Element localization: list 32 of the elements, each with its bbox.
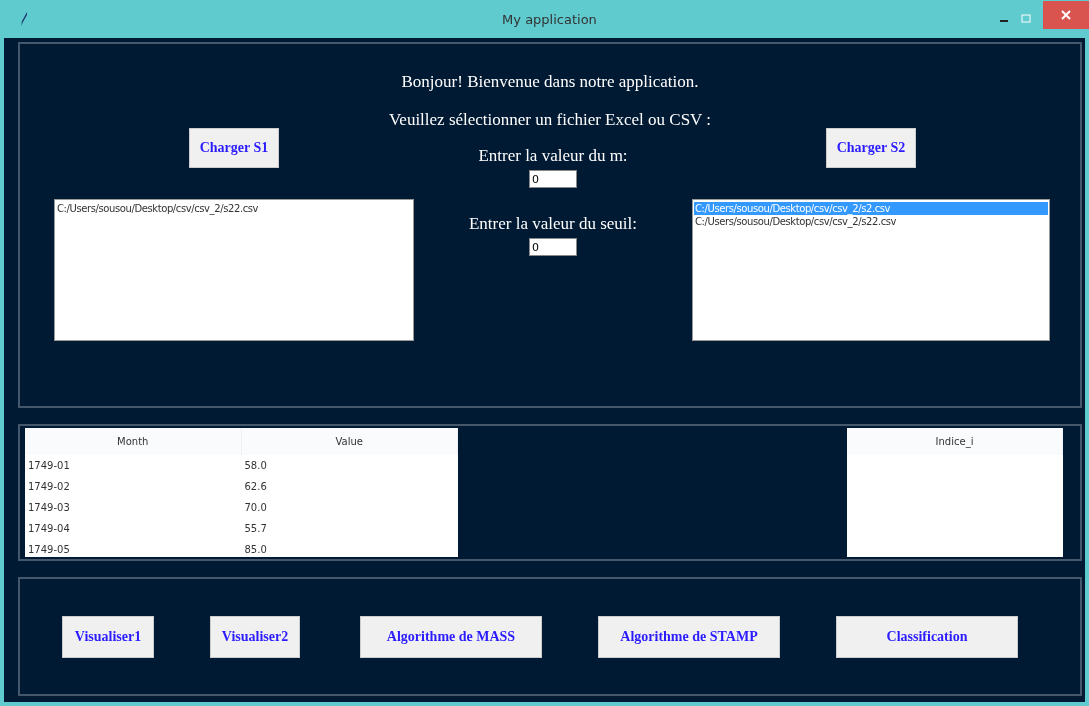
table-cell-text: 1749-05	[27, 543, 71, 557]
field-label: Entrer la valeur du m:	[478, 146, 628, 166]
instruction-text: Veuillez sélectionner un fichier Excel ou CSV :	[388, 110, 712, 130]
close-icon	[1061, 10, 1071, 20]
table-cell-text: 85.0	[243, 543, 268, 557]
table-cell-text: 70.0	[243, 501, 268, 515]
column-header[interactable]: Indice_i	[847, 428, 1063, 455]
input-field[interactable]: 0	[529, 170, 577, 188]
action-button[interactable]: Visualiser2	[210, 615, 300, 658]
action-button[interactable]: Algorithme de STAMP	[598, 615, 780, 658]
load-button[interactable]: Charger S1	[189, 128, 279, 168]
input-field[interactable]: 0	[529, 238, 577, 256]
table-cell-text: 58.0	[243, 459, 268, 473]
feather-icon	[20, 12, 28, 26]
field-label: Entrer la valeur du seuil:	[468, 214, 638, 234]
column-header[interactable]: Month	[25, 428, 242, 455]
table-cell-text: 1749-02	[27, 480, 71, 494]
action-button[interactable]: Visualiser1	[62, 615, 154, 658]
table-cell-text: 1749-03	[27, 501, 71, 515]
table-cell-text: 62.6	[243, 480, 268, 494]
greeting-text: Bonjour! Bienvenue dans notre application.	[401, 72, 699, 92]
action-button[interactable]: Classification	[836, 615, 1018, 658]
close-button[interactable]	[1043, 1, 1089, 29]
table-cell-text: 55.7	[243, 522, 268, 536]
action-button[interactable]: Algorithme de MASS	[360, 615, 542, 658]
file-list-item[interactable]: C:/Users/sousou/Desktop/csv/csv_2/s22.csv	[694, 215, 1048, 228]
column-header[interactable]: Value	[241, 428, 458, 455]
window-title: My application	[501, 11, 598, 27]
table-cell-text: 1749-04	[27, 522, 71, 536]
load-button[interactable]: Charger S2	[826, 128, 916, 168]
file-list-item[interactable]: C:/Users/sousou/Desktop/csv/csv_2/s22.csv	[56, 202, 412, 215]
table-cell-text: 1749-01	[27, 459, 71, 473]
